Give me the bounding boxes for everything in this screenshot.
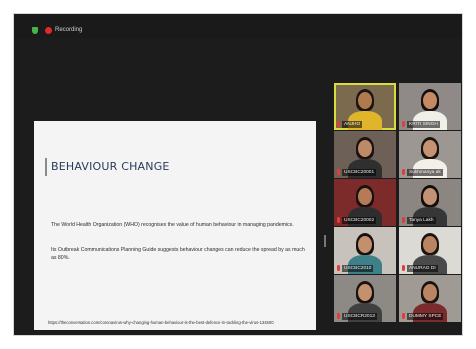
mic-muted-icon: [337, 169, 340, 175]
slide-paragraph: The World Health Organization (WHO) reco…: [51, 222, 294, 228]
recording-label: Recording: [55, 27, 83, 33]
participant-face: [358, 236, 372, 253]
split-view-drag-handle[interactable]: [324, 235, 326, 247]
mic-muted-icon: [337, 121, 340, 127]
participant-name-label: KRITI SINGH: [407, 121, 440, 128]
mic-muted-icon: [402, 313, 405, 319]
participant-name-label: Sukhmanya ak: [407, 169, 443, 176]
participant-video-tile[interactable]: ANJHO: [334, 83, 396, 130]
mic-muted-icon: [402, 217, 405, 223]
participant-face: [358, 140, 372, 157]
participant-name-label: USCBC20001: [342, 169, 377, 176]
participant-name-label: Tanya Lakh: [407, 217, 436, 224]
participant-name-label: DUMMY SPCE: [407, 313, 444, 320]
slide-source-url: https://theconversation.com/coronavirus-…: [48, 320, 274, 325]
participant-name-label: USCBC20002: [342, 217, 377, 224]
participant-video-tile[interactable]: USCBC20002: [334, 179, 396, 226]
slide-paragraph: Its Outbreak Communications Planning Gui…: [51, 247, 305, 261]
participant-video-tile[interactable]: USCBCR2013: [334, 275, 396, 322]
zoom-meeting-window: Recording BEHAVIOUR CHANGE The World Hea…: [14, 14, 462, 335]
shared-screen-slide: BEHAVIOUR CHANGE The World Health Organi…: [34, 121, 316, 330]
participant-face: [423, 284, 437, 301]
meeting-top-bar: Recording: [14, 14, 462, 38]
participant-video-tile[interactable]: ANURAG DI: [399, 227, 461, 274]
participant-face: [423, 236, 437, 253]
mic-muted-icon: [337, 265, 340, 271]
mic-muted-icon: [337, 313, 340, 319]
mic-muted-icon: [402, 169, 405, 175]
participant-face: [423, 188, 437, 205]
participant-face: [358, 188, 372, 205]
slide-title: BEHAVIOUR CHANGE: [51, 160, 170, 173]
mic-muted-icon: [402, 121, 405, 127]
participant-video-tile[interactable]: Sukhmanya ak: [399, 131, 461, 178]
mic-muted-icon: [402, 265, 405, 271]
participant-video-tile[interactable]: USCBC2010: [334, 227, 396, 274]
participant-name-label: ANURAG DI: [407, 265, 438, 272]
participant-face: [358, 92, 372, 109]
participant-name-label: USCBC2010: [342, 265, 374, 272]
participant-face: [423, 140, 437, 157]
participant-video-tile[interactable]: USCBC20001: [334, 131, 396, 178]
participant-face: [358, 284, 372, 301]
participant-name-label: USCBCR2013: [342, 313, 377, 320]
shield-icon[interactable]: [32, 27, 38, 34]
record-dot-icon: [45, 27, 52, 34]
participant-video-tile[interactable]: DUMMY SPCE: [399, 275, 461, 322]
participant-face: [423, 92, 437, 109]
participant-video-tile[interactable]: KRITI SINGH: [399, 83, 461, 130]
title-accent-bar: [45, 158, 47, 176]
participant-video-tile[interactable]: Tanya Lakh: [399, 179, 461, 226]
mic-muted-icon: [337, 217, 340, 223]
participant-name-label: ANJHO: [342, 121, 363, 128]
